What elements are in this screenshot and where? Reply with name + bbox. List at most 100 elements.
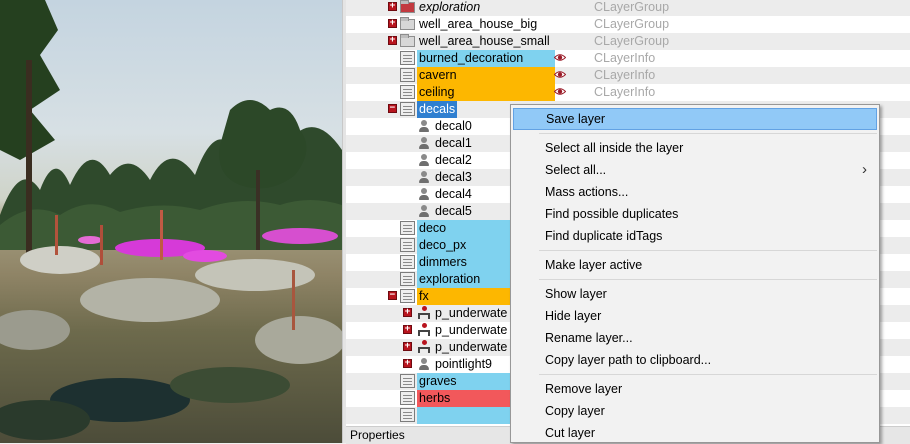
- menu-item-label: Copy layer path to clipboard...: [545, 353, 712, 367]
- menu-item-label: Rename layer...: [545, 331, 633, 345]
- menu-separator: [539, 374, 877, 375]
- menu-item-label: Mass actions...: [545, 185, 629, 199]
- menu-item-label: Hide layer: [545, 309, 602, 323]
- menu-item-select-all-inside-the-layer[interactable]: Select all inside the layer: [513, 137, 877, 159]
- menu-separator: [539, 133, 877, 134]
- menu-separator: [539, 279, 877, 280]
- menu-item-copy-layer-path-to-clipboard[interactable]: Copy layer path to clipboard...: [513, 349, 877, 371]
- menu-item-label: Remove layer: [545, 382, 623, 396]
- layer-icon: [400, 221, 415, 235]
- tree-item-label[interactable]: decal1: [433, 135, 474, 152]
- tree-row[interactable]: + well_area_house_small CLayerGroup: [346, 33, 910, 50]
- menu-item-label: Copy layer: [545, 404, 605, 418]
- tree-item-label[interactable]: exploration: [417, 0, 482, 16]
- visibility-eye-icon[interactable]: [554, 53, 566, 62]
- menu-item-label: Cut layer: [545, 426, 596, 440]
- entity-icon: [417, 187, 431, 201]
- visibility-eye-icon[interactable]: [554, 70, 566, 79]
- tree-item-type: CLayerInfo: [594, 85, 656, 99]
- collapse-icon[interactable]: −: [388, 291, 397, 300]
- tree-item-label[interactable]: decal3: [433, 169, 474, 186]
- tree-item-label[interactable]: p_underwate: [433, 339, 509, 356]
- entity-group-icon: [417, 340, 432, 354]
- layer-icon: [400, 102, 415, 116]
- tree-item-label[interactable]: decal0: [433, 118, 474, 135]
- layer-icon: [400, 374, 415, 388]
- tree-item-label[interactable]: decal5: [433, 203, 474, 220]
- expand-icon[interactable]: +: [403, 325, 412, 334]
- tree-item-label[interactable]: burned_decoration: [417, 50, 555, 67]
- tree-row[interactable]: cavern CLayerInfo: [346, 67, 910, 84]
- menu-item-label: Save layer: [546, 112, 606, 126]
- context-menu[interactable]: Save layer Select all inside the layer Sel…: [510, 104, 880, 443]
- layer-icon: [400, 238, 415, 252]
- layer-icon: [400, 408, 415, 422]
- entity-icon: [417, 136, 431, 150]
- menu-item-copy-layer[interactable]: Copy layer: [513, 400, 877, 422]
- visibility-eye-icon[interactable]: [554, 87, 566, 96]
- tree-item-type: CLayerGroup: [594, 0, 670, 14]
- layer-icon: [400, 391, 415, 405]
- tree-row[interactable]: burned_decoration CLayerInfo: [346, 50, 910, 67]
- tree-item-type: CLayerGroup: [594, 17, 670, 31]
- scene-render: [0, 0, 342, 440]
- tree-item-type: CLayerGroup: [594, 34, 670, 48]
- expand-icon[interactable]: +: [403, 342, 412, 351]
- menu-item-show-layer[interactable]: Show layer: [513, 283, 877, 305]
- layer-icon: [400, 85, 415, 99]
- menu-item-cut-layer[interactable]: Cut layer: [513, 422, 877, 444]
- entity-icon: [417, 119, 431, 133]
- menu-item-find-duplicate-idtags[interactable]: Find duplicate idTags: [513, 225, 877, 247]
- menu-item-label: Find possible duplicates: [545, 207, 679, 221]
- tree-item-label[interactable]: decals: [417, 101, 458, 118]
- expand-icon[interactable]: +: [388, 2, 397, 11]
- tree-row[interactable]: + exploration CLayerGroup: [346, 0, 910, 16]
- menu-item-make-layer-active[interactable]: Make layer active: [513, 254, 877, 276]
- layer-icon: [400, 68, 415, 82]
- menu-item-rename-layer[interactable]: Rename layer...: [513, 327, 877, 349]
- expand-icon[interactable]: +: [403, 308, 412, 317]
- tree-item-label[interactable]: pointlight9: [433, 356, 494, 373]
- entity-icon: [417, 204, 431, 218]
- layer-icon: [400, 272, 415, 286]
- expand-icon[interactable]: +: [388, 19, 397, 28]
- menu-item-save-layer[interactable]: Save layer: [513, 108, 877, 130]
- collapse-icon[interactable]: −: [388, 104, 397, 113]
- entity-group-icon: [417, 323, 432, 337]
- layer-icon: [400, 255, 415, 269]
- entity-group-icon: [417, 306, 432, 320]
- entity-icon: [417, 153, 431, 167]
- expand-icon[interactable]: +: [403, 359, 412, 368]
- menu-item-remove-layer[interactable]: Remove layer: [513, 378, 877, 400]
- menu-item-label: Select all inside the layer: [545, 141, 684, 155]
- tree-item-label[interactable]: ceiling: [417, 84, 555, 101]
- tree-item-type: CLayerInfo: [594, 68, 656, 82]
- tree-item-label[interactable]: decal2: [433, 152, 474, 169]
- tree-item-label[interactable]: cavern: [417, 67, 555, 84]
- menu-item-mass-actions[interactable]: Mass actions...: [513, 181, 877, 203]
- layer-icon: [400, 289, 415, 303]
- tree-row[interactable]: + well_area_house_big CLayerGroup: [346, 16, 910, 33]
- menu-item-select-all[interactable]: Select all... ›: [513, 159, 877, 181]
- menu-separator: [539, 250, 877, 251]
- menu-item-find-possible-duplicates[interactable]: Find possible duplicates: [513, 203, 877, 225]
- tree-item-label[interactable]: p_underwate: [433, 322, 509, 339]
- menu-item-hide-layer[interactable]: Hide layer: [513, 305, 877, 327]
- expand-icon[interactable]: +: [388, 36, 397, 45]
- properties-label: Properties: [350, 428, 405, 442]
- scene-viewport[interactable]: [0, 0, 342, 443]
- tree-item-label[interactable]: decal4: [433, 186, 474, 203]
- tree-item-label[interactable]: p_underwate: [433, 305, 509, 322]
- menu-item-label: Make layer active: [545, 258, 643, 272]
- tree-row[interactable]: ceiling CLayerInfo: [346, 84, 910, 101]
- tree-item-type: CLayerInfo: [594, 51, 656, 65]
- tree-item-label[interactable]: well_area_house_small: [417, 33, 552, 50]
- tree-item-label[interactable]: well_area_house_big: [417, 16, 539, 33]
- entity-icon: [417, 357, 431, 371]
- submenu-arrow-icon: ›: [862, 161, 867, 178]
- layer-icon: [400, 51, 415, 65]
- menu-item-label: Find duplicate idTags: [545, 229, 663, 243]
- menu-item-label: Select all...: [545, 163, 607, 177]
- layer-group-icon: [400, 17, 415, 30]
- layer-group-icon: [400, 34, 415, 47]
